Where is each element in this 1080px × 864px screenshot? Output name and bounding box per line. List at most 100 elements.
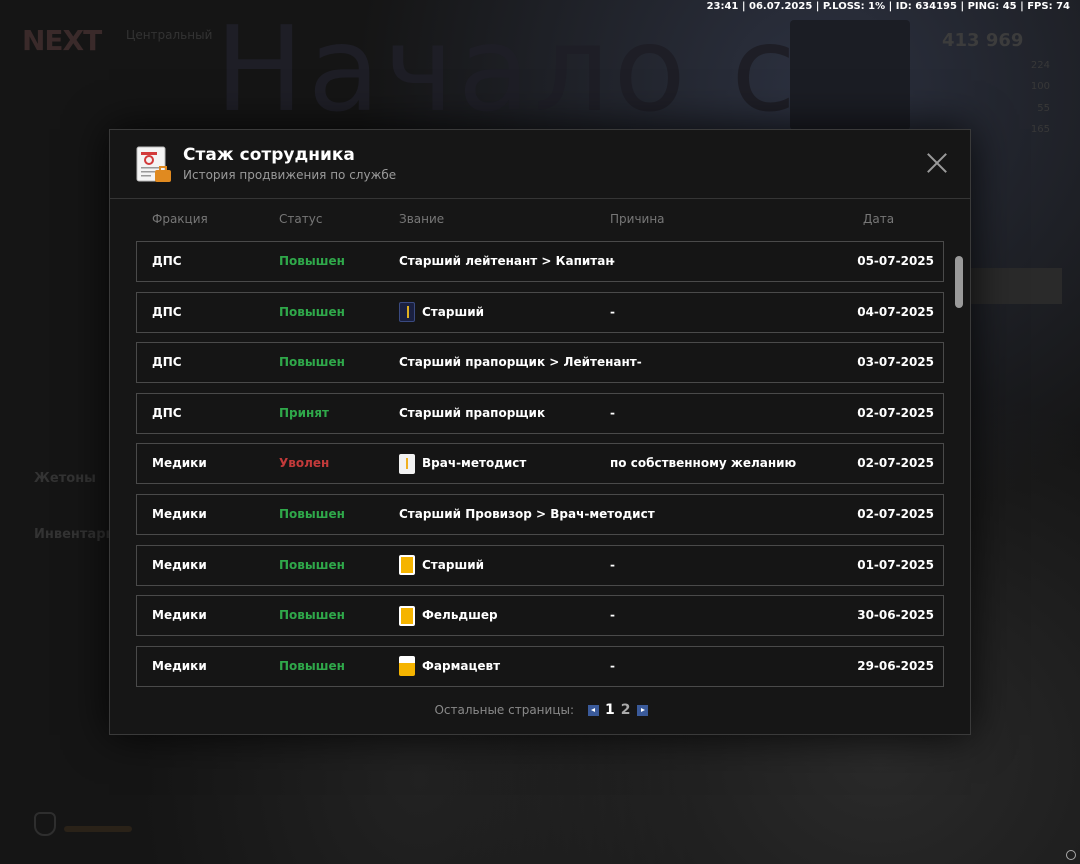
row-rank-label: Фармацевт [422, 658, 501, 673]
row-rank: Старший прапорщик > Лейтенант- [399, 343, 642, 382]
close-icon[interactable] [926, 152, 948, 174]
row-reason: - [610, 608, 615, 623]
column-reason: Причина [610, 212, 665, 226]
table-row[interactable]: Медики Повышен Старший - 01-07-2025 [136, 544, 944, 586]
white-epaulette-icon [399, 453, 415, 474]
row-rank: Старший прапорщик [399, 394, 545, 433]
row-date: 04-07-2025 [857, 304, 934, 319]
row-status: Уволен [279, 456, 330, 471]
money-counter: 413 969 [942, 30, 1024, 51]
row-status: Повышен [279, 254, 345, 268]
row-status: Повышен [279, 658, 345, 673]
hud-stat-2: 100 [1030, 81, 1050, 92]
row-status: Повышен [279, 557, 345, 572]
next-page-icon[interactable] [636, 704, 648, 716]
row-date: 03-07-2025 [857, 355, 934, 370]
player-avatar [790, 20, 910, 130]
row-faction: ДПС [152, 304, 182, 319]
row-rank-label: Старший прапорщик [399, 405, 546, 420]
row-rank: Старший Провизор > Врач-методист [399, 495, 655, 534]
settings-icon[interactable] [1066, 850, 1076, 860]
table-header: Фракция Статус Звание Причина Дата [136, 212, 944, 232]
pagination: Остальные страницы: 1 2 [110, 702, 972, 718]
hud-stat-4: 165 [1030, 124, 1050, 135]
backpack-icon [34, 812, 56, 836]
row-status: Принят [279, 405, 329, 420]
page-2-button[interactable]: 2 [621, 702, 631, 718]
modal-subtitle: История продвижения по службе [183, 168, 397, 182]
row-status: Повышен [279, 355, 345, 370]
row-reason: - [610, 658, 615, 673]
hud-status-line: 23:41 | 06.07.2025 | P.LOSS: 1% | ID: 63… [706, 1, 1070, 12]
pagination-label: Остальные страницы: [434, 703, 575, 717]
background-location: Центральный [126, 28, 213, 42]
row-faction: Медики [152, 608, 207, 623]
yellow-white-epaulette-icon [399, 656, 415, 677]
row-faction: Медики [152, 658, 207, 673]
table-row[interactable]: ДПС Повышен Старший прапорщик > Лейтенант-… [136, 342, 944, 384]
hud-stat-3: 55 [1037, 103, 1050, 114]
row-date: 29-06-2025 [857, 658, 934, 673]
row-faction: ДПС [152, 405, 182, 420]
row-reason: - [610, 405, 615, 420]
modal-header: Стаж сотрудника История продвижения по с… [110, 130, 970, 199]
column-rank: Звание [399, 212, 445, 226]
row-rank-label: Врач-методист [422, 456, 527, 471]
row-faction: ДПС [152, 355, 182, 370]
scrollbar[interactable] [955, 256, 963, 308]
row-faction: Медики [152, 557, 207, 572]
row-reason: по собственному желанию [610, 456, 797, 471]
row-rank: Фельдшер [399, 596, 498, 635]
modal-title: Стаж сотрудника [183, 145, 355, 165]
row-date: 05-07-2025 [857, 254, 934, 268]
row-rank-label: Старший лейтенант > Капитан [399, 254, 614, 268]
row-date: 02-07-2025 [857, 456, 934, 471]
server-logo: NEXT [22, 24, 102, 57]
row-date: 30-06-2025 [857, 608, 934, 623]
row-faction: Медики [152, 456, 207, 471]
prev-page-icon[interactable] [588, 704, 600, 716]
tokens-label: Жетоны [34, 471, 96, 486]
table-row[interactable]: Медики Повышен Фельдшер - 30-06-2025 [136, 595, 944, 637]
row-date: 01-07-2025 [857, 557, 934, 572]
background-title: Начало с [215, 0, 801, 138]
row-status: Повышен [279, 608, 345, 623]
row-faction: Медики [152, 507, 207, 521]
row-reason: - [610, 557, 615, 572]
column-date: Дата [863, 212, 895, 226]
hunger-bar [64, 826, 132, 832]
row-rank-label: Старший прапорщик > Лейтенант- [399, 355, 642, 370]
row-rank-label: Фельдшер [422, 608, 498, 623]
row-rank-label: Старший Провизор > Врач-методист [399, 507, 655, 521]
row-reason: - [610, 254, 615, 268]
table-row[interactable]: ДПС Повышен Старший - 04-07-2025 [136, 291, 944, 333]
column-status: Статус [279, 212, 323, 226]
row-rank: Старший [399, 546, 484, 585]
row-rank-label: Старший [422, 304, 485, 319]
inventory-label: Инвентарь [34, 527, 114, 542]
row-status: Повышен [279, 304, 345, 319]
row-rank-label: Старший [422, 557, 485, 572]
row-reason: - [610, 304, 615, 319]
table-row[interactable]: ДПС Принят Старший прапорщик - 02-07-2025 [136, 392, 944, 434]
row-date: 02-07-2025 [857, 405, 934, 420]
row-rank: Старший лейтенант > Капитан [399, 242, 614, 281]
employee-tenure-modal: Стаж сотрудника История продвижения по с… [109, 129, 971, 735]
background-panel [970, 268, 1062, 304]
row-rank: Старший [399, 293, 484, 332]
table-row[interactable]: ДПС Повышен Старший лейтенант > Капитан - 05… [136, 241, 944, 282]
document-briefcase-icon [136, 146, 171, 182]
row-faction: ДПС [152, 254, 182, 268]
table-row[interactable]: Медики Повышен Старший Провизор > Врач-мет… [136, 494, 944, 535]
row-rank: Фармацевт [399, 647, 500, 686]
table-row[interactable]: Медики Повышен Фармацевт - 29-06-2025 [136, 645, 944, 687]
hud-stat-1: 224 [1030, 60, 1050, 71]
yellow-epaulette-icon [399, 555, 415, 576]
table-row[interactable]: Медики Уволен Врач-методист по собственному… [136, 443, 944, 485]
row-status: Повышен [279, 507, 345, 521]
page-1-button[interactable]: 1 [605, 702, 615, 718]
navy-epaulette-icon [399, 302, 415, 323]
row-date: 02-07-2025 [857, 507, 934, 521]
yellow-epaulette-icon [399, 605, 415, 626]
history-list[interactable]: ДПС Повышен Старший лейтенант > Капитан -05… [136, 241, 944, 687]
